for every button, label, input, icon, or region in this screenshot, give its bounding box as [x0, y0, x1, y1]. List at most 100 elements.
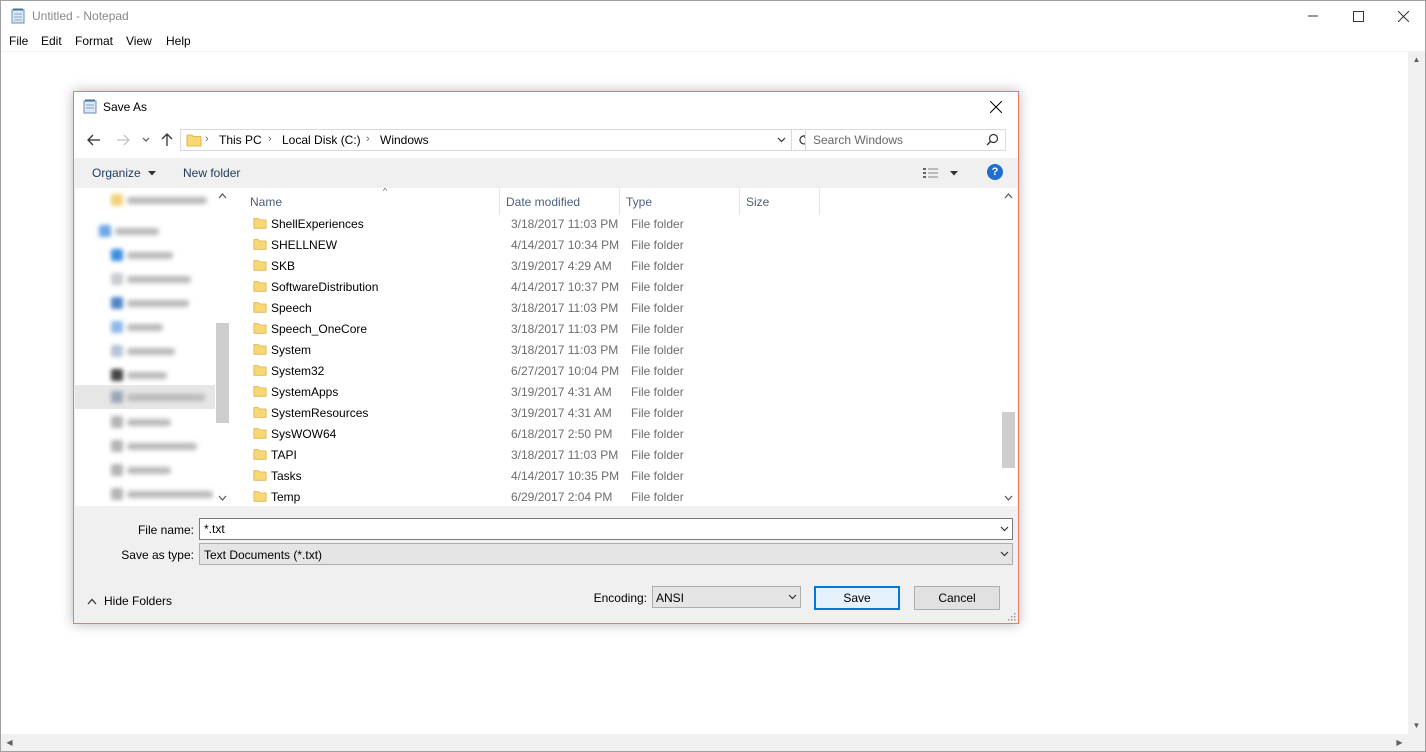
nav-tree-item-blurred-label — [127, 467, 171, 474]
scroll-right-icon[interactable]: ▶ — [1391, 734, 1408, 751]
column-header-size[interactable]: Size — [740, 188, 820, 215]
save-as-type-select[interactable]: Text Documents (*.txt) — [199, 543, 1013, 565]
cancel-button[interactable]: Cancel — [914, 586, 1000, 610]
help-button[interactable]: ? — [987, 164, 1003, 180]
navigation-pane-scrollbar[interactable] — [215, 188, 230, 506]
table-row[interactable]: SoftwareDistribution 4/14/2017 10:37 PM Fi… — [231, 276, 1001, 297]
downloads-icon — [111, 297, 123, 309]
scroll-up-icon[interactable] — [1004, 193, 1013, 199]
folder-icon — [253, 386, 267, 397]
table-row[interactable]: ShellExperiences 3/18/2017 11:03 PM File f… — [231, 213, 1001, 234]
navigation-pane[interactable] — [75, 188, 230, 506]
table-row[interactable]: SHELLNEW 4/14/2017 10:34 PM File folder — [231, 234, 1001, 255]
back-button[interactable] — [83, 130, 105, 150]
table-row[interactable]: SystemApps 3/19/2017 4:31 AM File folder — [231, 381, 1001, 402]
nav-tree-item[interactable] — [75, 482, 215, 506]
hide-folders-button[interactable]: Hide Folders — [87, 594, 172, 608]
maximize-icon — [1352, 10, 1364, 22]
search-input[interactable] — [806, 130, 981, 150]
new-folder-button[interactable]: New folder — [183, 166, 240, 180]
nav-tree-item[interactable] — [75, 434, 215, 458]
address-dropdown-button[interactable] — [771, 130, 791, 150]
recent-locations-button[interactable] — [140, 130, 152, 150]
dialog-content-area: Name ^ Date modified Type Size ShellExpe… — [75, 188, 1017, 506]
file-name-combobox[interactable] — [199, 518, 1013, 540]
table-row[interactable]: Temp 6/29/2017 2:04 PM File folder — [231, 486, 1001, 506]
column-header-type[interactable]: Type — [620, 188, 740, 215]
table-row[interactable]: SKB 3/19/2017 4:29 AM File folder — [231, 255, 1001, 276]
nav-tree-item[interactable] — [75, 243, 215, 267]
file-list-scroll-thumb[interactable] — [1002, 412, 1015, 468]
table-row[interactable]: Speech_OneCore 3/18/2017 11:03 PM File fol… — [231, 318, 1001, 339]
organize-button[interactable]: Organize — [92, 166, 157, 180]
breadcrumb-separator-icon: › — [366, 133, 370, 145]
nav-tree-item[interactable] — [75, 339, 215, 363]
save-button[interactable]: Save — [814, 586, 900, 610]
nav-tree-item[interactable] — [75, 458, 215, 482]
scroll-down-icon[interactable]: ▼ — [1408, 717, 1425, 734]
file-date: 3/19/2017 4:29 AM — [511, 259, 612, 273]
resize-grip-icon[interactable] — [1006, 611, 1016, 621]
scroll-up-icon[interactable]: ▲ — [1408, 51, 1425, 68]
table-row[interactable]: Speech 3/18/2017 11:03 PM File folder — [231, 297, 1001, 318]
file-list[interactable]: Name ^ Date modified Type Size ShellExpe… — [231, 188, 1001, 506]
menu-help[interactable]: Help — [166, 34, 191, 48]
file-list-scrollbar[interactable] — [1001, 188, 1017, 506]
nav-tree-item-blurred-label — [127, 443, 197, 450]
menu-edit[interactable]: Edit — [41, 34, 62, 48]
menu-view[interactable]: View — [126, 34, 152, 48]
nav-tree-item[interactable] — [75, 410, 215, 434]
minimize-button[interactable] — [1290, 1, 1336, 31]
file-name-input[interactable] — [200, 519, 990, 539]
table-row[interactable]: Tasks 4/14/2017 10:35 PM File folder — [231, 465, 1001, 486]
nav-tree-item-blurred-label — [115, 228, 159, 235]
nav-tree-item[interactable] — [75, 363, 215, 387]
folder-icon — [253, 365, 267, 376]
breadcrumb-this-pc[interactable]: This PC — [219, 133, 262, 147]
scroll-down-icon[interactable] — [1004, 495, 1013, 501]
breadcrumb-local-disk[interactable]: Local Disk (C:) — [282, 133, 361, 147]
dialog-notepad-icon — [83, 99, 97, 114]
drive-icon — [111, 464, 123, 476]
close-button[interactable] — [1380, 1, 1426, 31]
breadcrumb-windows[interactable]: Windows — [380, 133, 429, 147]
save-as-type-label: Save as type: — [121, 548, 194, 562]
table-row[interactable]: SystemResources 3/19/2017 4:31 AM File fol… — [231, 402, 1001, 423]
nav-tree-item-blurred-label — [127, 324, 163, 331]
nav-tree-item-blurred-label — [127, 491, 213, 498]
search-box[interactable] — [805, 129, 1006, 151]
chevron-down-icon[interactable] — [1000, 526, 1009, 532]
up-button[interactable] — [157, 130, 177, 150]
table-row[interactable]: SysWOW64 6/18/2017 2:50 PM File folder — [231, 423, 1001, 444]
nav-tree-item-blurred-label — [127, 300, 189, 307]
file-type: File folder — [631, 301, 684, 315]
menu-file[interactable]: File — [9, 34, 28, 48]
column-header-date[interactable]: Date modified — [500, 188, 620, 215]
address-bar[interactable]: › This PC › Local Disk (C:) › Windows — [180, 129, 792, 151]
column-header-name[interactable]: Name ^ — [244, 188, 500, 215]
nav-tree-item[interactable] — [75, 315, 215, 339]
table-row[interactable]: TAPI 3/18/2017 11:03 PM File folder — [231, 444, 1001, 465]
nav-tree-item-blurred-label — [127, 419, 171, 426]
nav-tree-item[interactable] — [75, 267, 215, 291]
dialog-close-button[interactable] — [974, 92, 1018, 122]
maximize-button[interactable] — [1335, 1, 1381, 31]
nav-tree-item[interactable] — [75, 219, 215, 243]
table-row[interactable]: System 3/18/2017 11:03 PM File folder — [231, 339, 1001, 360]
documents-icon — [111, 273, 123, 285]
forward-button[interactable] — [112, 130, 134, 150]
nav-tree-item[interactable] — [75, 188, 215, 212]
nav-tree-item[interactable] — [75, 291, 215, 315]
table-row[interactable]: System32 6/27/2017 10:04 PM File folder — [231, 360, 1001, 381]
notepad-vertical-scrollbar[interactable]: ▲ ▼ — [1408, 51, 1425, 734]
navigation-pane-scroll-thumb[interactable] — [216, 323, 229, 423]
scroll-down-icon[interactable] — [218, 495, 227, 501]
scroll-left-icon[interactable]: ◀ — [1, 734, 18, 751]
scroll-up-icon[interactable] — [218, 193, 227, 199]
menu-format[interactable]: Format — [75, 34, 113, 48]
change-view-button[interactable] — [922, 165, 962, 181]
encoding-select[interactable]: ANSI — [652, 586, 801, 608]
nav-tree-item-selected[interactable] — [75, 385, 215, 409]
chevron-down-icon — [777, 137, 785, 143]
notepad-horizontal-scrollbar[interactable]: ◀ ▶ — [1, 734, 1408, 751]
